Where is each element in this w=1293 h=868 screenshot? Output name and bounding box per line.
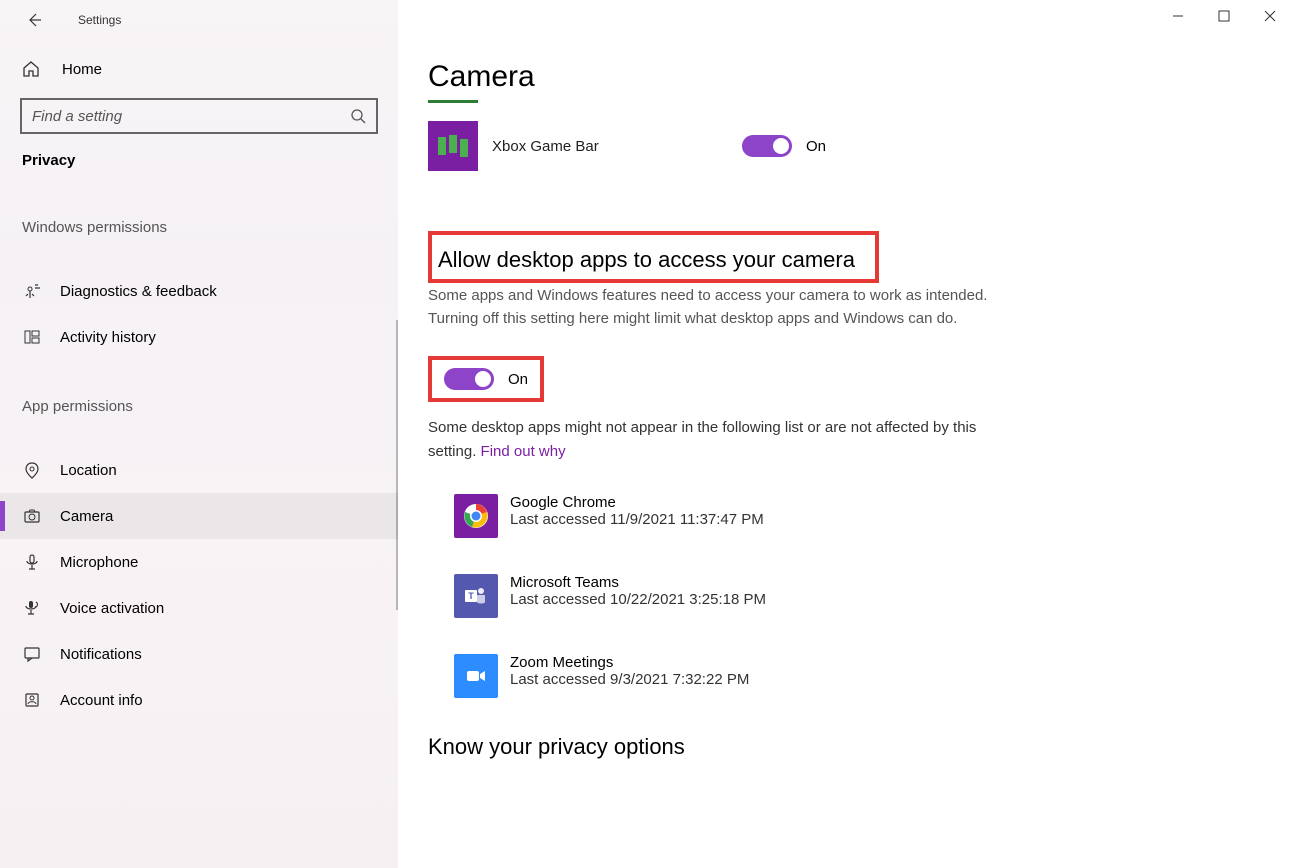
arrow-left-icon [26,12,42,28]
category-label: Privacy [0,152,398,169]
history-icon [22,328,42,346]
group-header-app-permissions: App permissions [0,398,398,425]
sidebar-item-activity-history[interactable]: Activity history [0,314,398,360]
search-icon [350,108,366,124]
sidebar-item-voice-activation[interactable]: Voice activation [0,585,398,631]
sidebar-item-label: Voice activation [60,600,164,617]
sidebar-item-camera[interactable]: Camera [0,493,398,539]
sidebar: Settings Home Privacy Windows permission… [0,0,398,868]
window-title: Settings [78,13,121,27]
sidebar-item-account-info[interactable]: Account info [0,677,398,723]
home-label: Home [62,61,102,78]
app-meta: Last accessed 9/3/2021 7:32:22 PM [510,671,749,688]
app-entry-teams: T Microsoft Teams Last accessed 10/22/20… [454,574,1293,618]
xbox-game-bar-icon [428,121,478,171]
desktop-apps-toggle[interactable] [444,368,494,390]
highlight-box-heading: Allow desktop apps to access your camera [428,231,879,283]
back-button[interactable] [18,4,50,36]
app-entry-chrome: Google Chrome Last accessed 11/9/2021 11… [454,494,1293,538]
chrome-icon [454,494,498,538]
search-box[interactable] [20,98,378,134]
sidebar-item-diagnostics[interactable]: Diagnostics & feedback [0,268,398,314]
home-icon [22,60,42,78]
next-section-heading: Know your privacy options [428,734,1293,760]
notifications-icon [22,645,42,663]
sidebar-item-label: Account info [60,692,143,709]
sidebar-item-label: Camera [60,508,113,525]
group-header-windows-permissions: Windows permissions [0,219,398,246]
diagnostics-icon [22,282,42,300]
app-name: Zoom Meetings [510,654,749,671]
highlight-box-toggle: On [428,356,544,402]
app-meta: Last accessed 11/9/2021 11:37:47 PM [510,511,764,528]
sidebar-item-label: Diagnostics & feedback [60,283,217,300]
close-icon [1264,10,1276,22]
sidebar-item-label: Location [60,462,117,479]
app-entry-zoom: Zoom Meetings Last accessed 9/3/2021 7:3… [454,654,1293,698]
zoom-icon [454,654,498,698]
page-title: Camera [428,60,1293,94]
window-controls [1155,0,1293,32]
minimize-button[interactable] [1155,0,1201,32]
sidebar-item-microphone[interactable]: Microphone [0,539,398,585]
app-name: Microsoft Teams [510,574,766,591]
microphone-icon [22,553,42,571]
teams-icon: T [454,574,498,618]
search-input[interactable] [32,108,350,125]
minimize-icon [1172,10,1184,22]
app-name: Google Chrome [510,494,764,511]
voice-icon [22,599,42,617]
titlebar: Settings [0,0,398,40]
account-icon [22,691,42,709]
title-underline [428,100,478,103]
xbox-toggle-state: On [806,138,826,155]
location-icon [22,461,42,479]
sidebar-item-label: Microphone [60,554,138,571]
svg-text:T: T [468,591,474,601]
sidebar-item-location[interactable]: Location [0,447,398,493]
desktop-apps-heading: Allow desktop apps to access your camera [438,247,855,273]
list-preamble: Some desktop apps might not appear in th… [428,416,988,464]
desktop-toggle-state: On [508,371,528,388]
desktop-apps-list: Google Chrome Last accessed 11/9/2021 11… [428,494,1293,698]
find-out-why-link[interactable]: Find out why [481,443,566,460]
xbox-game-bar-row: Xbox Game Bar On [428,121,1293,171]
maximize-button[interactable] [1201,0,1247,32]
app-meta: Last accessed 10/22/2021 3:25:18 PM [510,591,766,608]
sidebar-item-label: Activity history [60,329,156,346]
desktop-apps-description: Some apps and Windows features need to a… [428,285,988,330]
xbox-game-bar-label: Xbox Game Bar [492,138,742,155]
close-button[interactable] [1247,0,1293,32]
home-nav[interactable]: Home [0,40,398,98]
sidebar-item-notifications[interactable]: Notifications [0,631,398,677]
camera-icon [22,507,42,525]
sidebar-item-label: Notifications [60,646,142,663]
maximize-icon [1218,10,1230,22]
xbox-game-bar-toggle[interactable] [742,135,792,157]
main-content: Camera Xbox Game Bar On Allow desktop ap… [398,0,1293,868]
